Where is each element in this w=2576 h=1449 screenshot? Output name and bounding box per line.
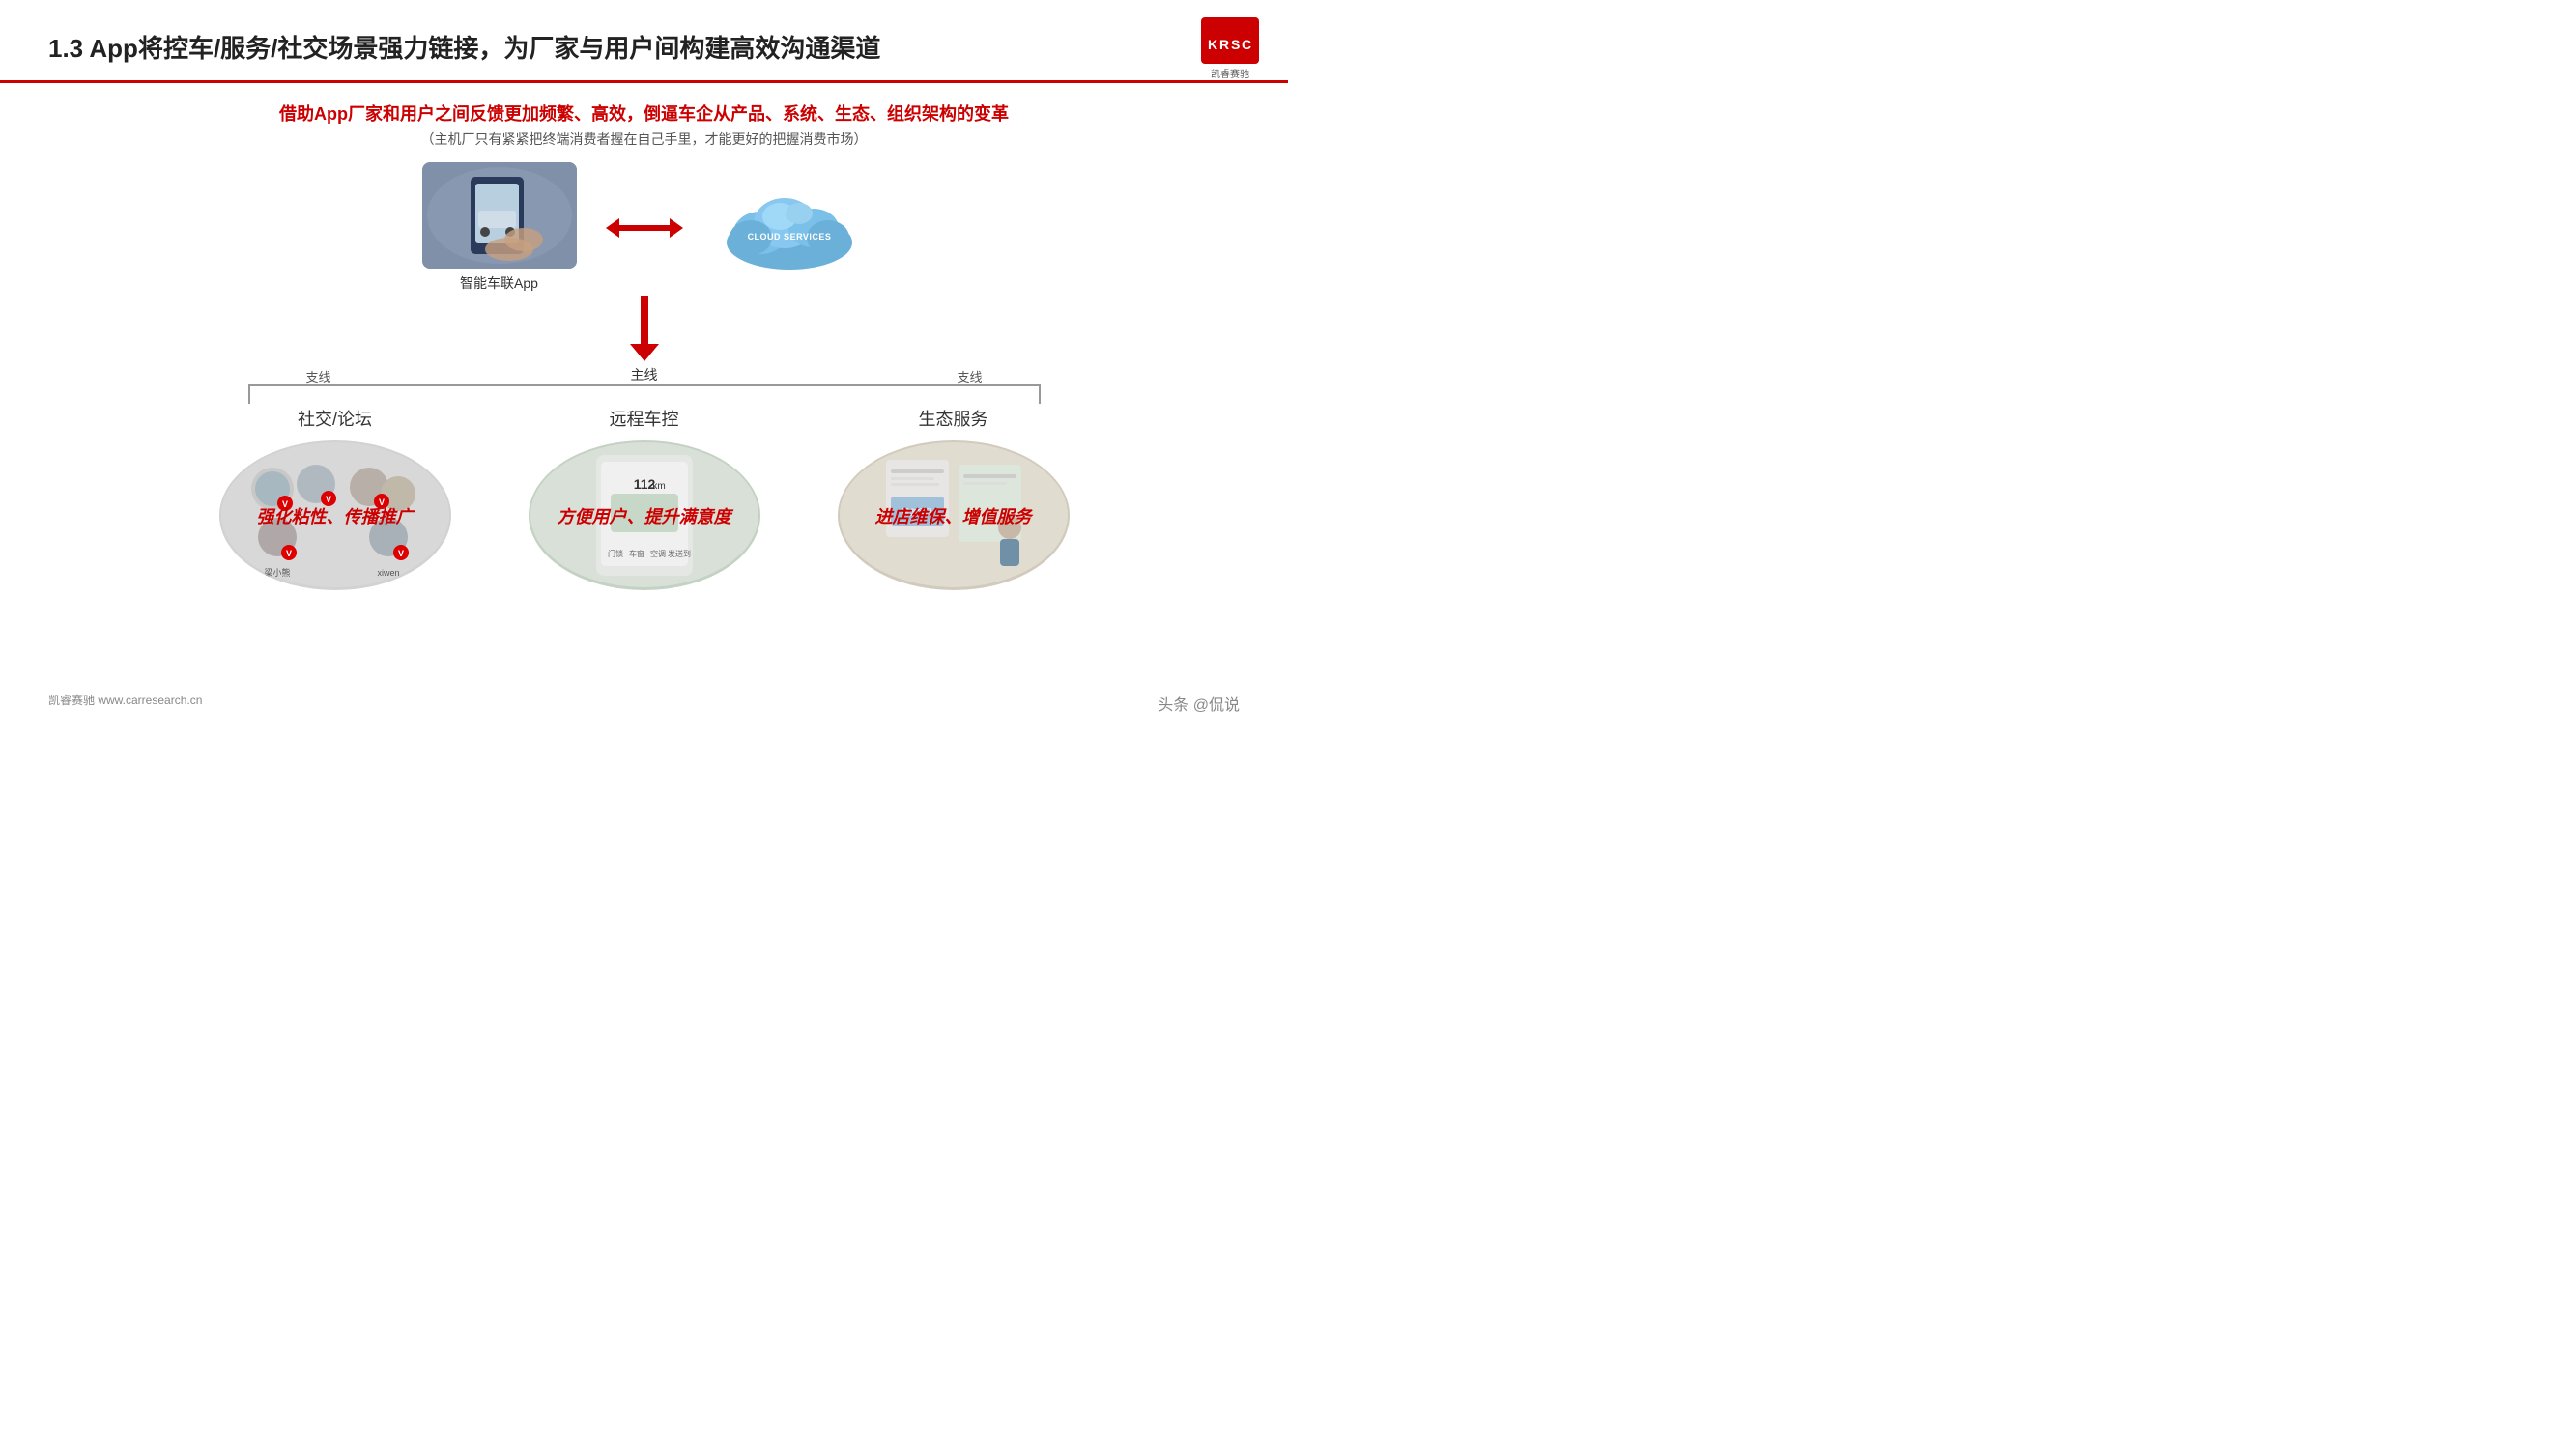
app-label: 智能车联App: [460, 273, 538, 293]
header: 1.3 App将控车/服务/社交场景强力链接，为厂家与用户间构建高效沟通渠道 K…: [0, 0, 1288, 83]
col-label-eco: 进店维保、增值服务: [861, 503, 1046, 528]
col-remote: 远程车控 112 km 门锁 车窗: [490, 406, 799, 590]
main-content: 借助App厂家和用户之间反馈更加频繁、高效，倒逼车企从产品、系统、生态、组织架构…: [0, 93, 1288, 590]
svg-text:xiwen: xiwen: [377, 568, 399, 578]
logo-box: K R S C: [1201, 17, 1259, 64]
diagram-area: 智能车联App: [48, 162, 1240, 590]
col-label-social: 强化粘性、传播推广: [243, 503, 428, 528]
oval-social: V V V V V 梁小熊 xiwen 强化粘性、传播推广: [219, 440, 451, 590]
logo-area: K R S C 凯睿赛驰: [1201, 17, 1259, 80]
col-title-eco: 生态服务: [919, 406, 988, 431]
col-eco: 生态服务: [799, 406, 1108, 590]
app-box: 智能车联App: [422, 162, 577, 293]
cloud-shape: CLOUD SERVICES: [712, 175, 867, 281]
svg-text:km: km: [652, 481, 665, 492]
main-line-label: 主线: [631, 365, 658, 384]
branch-left-label: 支线: [306, 367, 331, 385]
h-connector-line: [248, 384, 1041, 386]
left-drop-line: [248, 384, 250, 404]
svg-text:K: K: [1208, 37, 1217, 52]
svg-text:CLOUD SERVICES: CLOUD SERVICES: [747, 232, 831, 242]
h-double-arrow: [606, 213, 683, 242]
footer-left: 凯睿赛驰 www.carresearch.cn: [48, 692, 202, 715]
footer: 凯睿赛驰 www.carresearch.cn 头条 @侃说: [0, 692, 1288, 715]
svg-text:S: S: [1231, 37, 1240, 52]
right-drop-line: [1039, 384, 1041, 404]
svg-text:车窗: 车窗: [629, 549, 644, 558]
red-v-arrow-down: [630, 288, 659, 363]
col-label-remote: 方便用户、提升满意度: [543, 503, 746, 528]
columns-row: 社交/论坛 V: [48, 406, 1240, 590]
col-title-remote: 远程车控: [610, 406, 679, 431]
top-row: 智能车联App: [422, 162, 867, 293]
subtitle-main: 借助App厂家和用户之间反馈更加频繁、高效，倒逼车企从产品、系统、生态、组织架构…: [48, 100, 1240, 126]
cloud-box: CLOUD SERVICES: [712, 175, 867, 281]
subtitle-sub: （主机厂只有紧紧把终端消费者握在自己手里，才能更好的把握消费市场）: [48, 129, 1240, 149]
svg-text:空调: 空调: [650, 549, 666, 558]
app-image: [422, 162, 577, 269]
col-social: 社交/论坛 V: [181, 406, 490, 590]
footer-right: 头条 @侃说: [1158, 692, 1240, 715]
svg-text:V: V: [397, 549, 403, 558]
svg-text:发送到: 发送到: [668, 549, 691, 558]
page-title: 1.3 App将控车/服务/社交场景强力链接，为厂家与用户间构建高效沟通渠道: [48, 34, 880, 64]
oval-eco: 服务项目 进店维保、增值服务: [838, 440, 1070, 590]
subtitle-area: 借助App厂家和用户之间反馈更加频繁、高效，倒逼车企从产品、系统、生态、组织架构…: [48, 93, 1240, 153]
svg-text:梁小熊: 梁小熊: [264, 567, 290, 578]
col-title-social: 社交/论坛: [298, 406, 372, 431]
branch-right-label: 支线: [957, 367, 982, 385]
logo-text: 凯睿赛驰: [1211, 66, 1249, 80]
oval-remote: 112 km 门锁 车窗 空调 发送到 方便用户、提升满意度: [529, 440, 760, 590]
svg-text:V: V: [285, 549, 291, 558]
svg-text:C: C: [1242, 37, 1251, 52]
vertical-arrow-section: 主线: [630, 288, 659, 384]
svg-text:门锁: 门锁: [608, 549, 623, 558]
connector-section: 支线 支线: [248, 384, 1041, 386]
svg-text:R: R: [1219, 37, 1229, 52]
